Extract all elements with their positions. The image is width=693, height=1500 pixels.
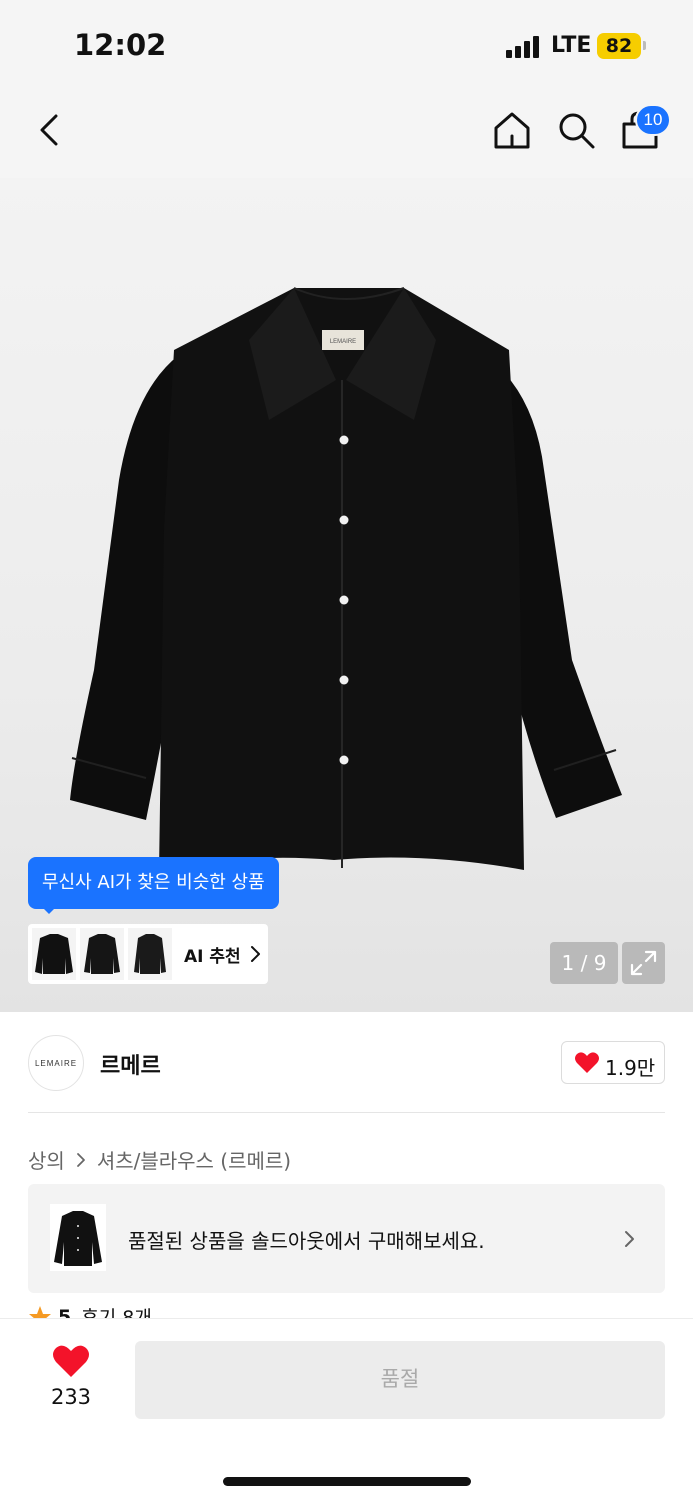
- home-icon[interactable]: [492, 110, 532, 150]
- soldout-button[interactable]: 품절: [135, 1341, 665, 1419]
- soldout-banner-text: 품절된 상품을 솔드아웃에서 구매해보세요.: [128, 1229, 485, 1253]
- ai-recommend-strip[interactable]: AI 추천: [28, 924, 268, 984]
- ai-similar-tooltip[interactable]: 무신사 AI가 찾은 비슷한 상품: [28, 857, 279, 909]
- chevron-right-icon: [251, 946, 260, 962]
- battery-icon: 82: [597, 33, 641, 59]
- divider: [28, 1112, 665, 1113]
- breadcrumb-item-shirts[interactable]: 셔츠/블라우스 (르메르): [97, 1145, 291, 1174]
- status-bar: 12:02 LTE 82: [0, 0, 693, 90]
- status-time: 12:02: [74, 28, 167, 62]
- brand-name[interactable]: 르메르: [100, 1048, 161, 1080]
- wish-count: 233: [50, 1385, 92, 1409]
- ai-thumb-2[interactable]: [80, 928, 124, 980]
- ai-thumb-1[interactable]: [32, 928, 76, 980]
- chevron-right-icon: [76, 1152, 85, 1167]
- chevron-left-icon[interactable]: [30, 110, 70, 150]
- heart-icon[interactable]: [52, 1343, 90, 1379]
- signal-icon: [506, 36, 542, 58]
- ai-recommend-label: AI 추천: [184, 947, 241, 967]
- product-image: LEMAIRE: [70, 287, 622, 872]
- cart-count-badge: 10: [635, 104, 671, 136]
- ai-thumb-3[interactable]: [128, 928, 172, 980]
- breadcrumb-item-top[interactable]: 상의: [28, 1145, 65, 1174]
- heart-icon: [575, 1052, 599, 1073]
- chevron-right-icon: [625, 1231, 634, 1247]
- soldout-product-thumb: [50, 1204, 106, 1271]
- expand-icon[interactable]: [622, 942, 665, 984]
- bottom-action-bar: 233 품절: [0, 1318, 693, 1500]
- home-indicator: [223, 1477, 471, 1486]
- tooltip-tail: [40, 905, 58, 914]
- search-icon[interactable]: [556, 110, 596, 150]
- brand-logo[interactable]: LEMAIRE: [28, 1035, 84, 1091]
- image-page-counter: 1 / 9: [550, 942, 618, 984]
- battery-tip: [643, 41, 646, 50]
- product-label-text: LEMAIRE: [330, 339, 356, 345]
- network-label: LTE: [551, 33, 592, 58]
- breadcrumb: 상의 셔츠/블라우스 (르메르): [28, 1145, 291, 1174]
- soldout-banner[interactable]: 품절된 상품을 솔드아웃에서 구매해보세요.: [28, 1184, 665, 1293]
- brand-like-count: 1.9만: [605, 1056, 656, 1080]
- brand-like-button[interactable]: 1.9만: [561, 1041, 665, 1084]
